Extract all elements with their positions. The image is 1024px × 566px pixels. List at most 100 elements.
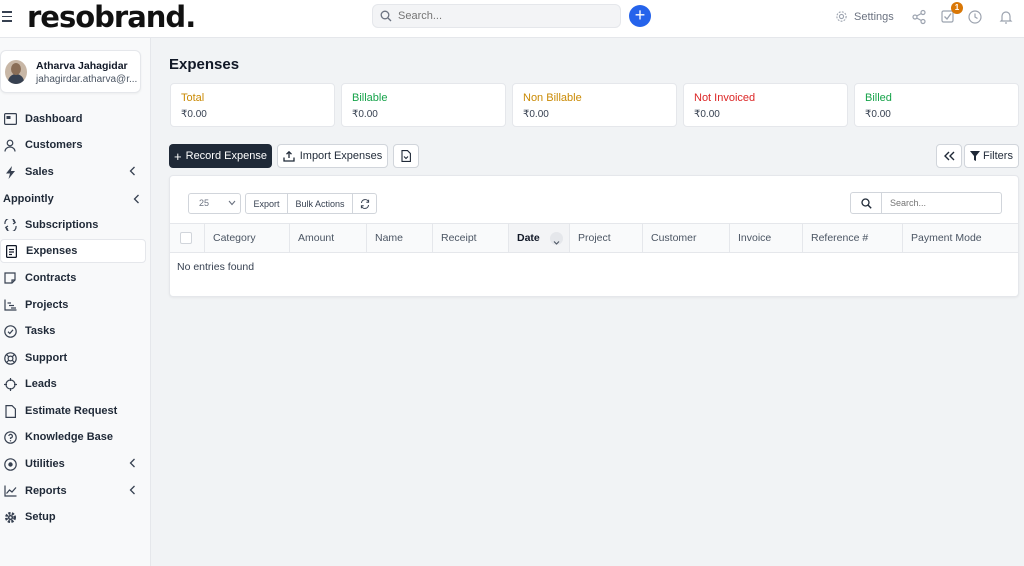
receipt-icon xyxy=(3,243,19,259)
chevron-down-icon xyxy=(228,200,236,206)
sidebar-item-sales[interactable]: Sales xyxy=(0,160,146,184)
sidebar-item-label: Expenses xyxy=(26,245,78,257)
export-button[interactable]: Export xyxy=(246,194,288,213)
sidebar-item-label: Projects xyxy=(25,299,69,311)
export-file-button[interactable] xyxy=(393,144,419,168)
search-icon xyxy=(860,197,872,209)
sidebar-item-customers[interactable]: Customers xyxy=(0,133,146,157)
empty-table-message: No entries found xyxy=(177,261,255,273)
select-all-checkbox[interactable] xyxy=(180,232,192,244)
logo-dot: . xyxy=(185,0,196,34)
tasks-badge: 1 xyxy=(951,2,963,14)
export-label: Export xyxy=(253,198,280,209)
column-header-receipt[interactable]: Receipt xyxy=(433,224,509,252)
cog-icon xyxy=(2,509,18,525)
select-all-cell xyxy=(170,224,205,252)
column-header-invoice[interactable]: Invoice xyxy=(730,224,803,252)
sidebar-item-support[interactable]: Support xyxy=(0,346,146,370)
expenses-table-card: 25 Export Bulk Actions Category Amount N… xyxy=(169,175,1019,297)
page-title: Expenses xyxy=(169,56,240,73)
column-header-project[interactable]: Project xyxy=(570,224,643,252)
sidebar-item-expenses[interactable]: Expenses xyxy=(0,239,146,263)
sidebar-item-utilities[interactable]: Utilities xyxy=(0,452,146,476)
sidebar-item-knowledge-base[interactable]: Knowledge Base xyxy=(0,425,146,449)
sidebar-group-label: Appointly xyxy=(3,193,54,205)
sidebar-item-reports[interactable]: Reports xyxy=(0,479,146,503)
top-header: resobrand. + Settings 1 xyxy=(0,0,1024,38)
column-header-category[interactable]: Category xyxy=(205,224,290,252)
bell-icon[interactable] xyxy=(998,9,1014,25)
table-search-input[interactable] xyxy=(881,192,1002,214)
global-search-input[interactable] xyxy=(398,7,613,25)
sidebar-item-label: Utilities xyxy=(25,458,65,470)
sidebar-item-label: Setup xyxy=(25,511,56,523)
double-chevron-left-icon xyxy=(943,151,954,161)
stat-card-non-billable: Non Billable ₹0.00 xyxy=(512,83,677,127)
global-search[interactable] xyxy=(372,4,621,28)
sidebar-group-appointly[interactable]: Appointly xyxy=(3,193,143,205)
record-expense-button[interactable]: + Record Expense xyxy=(169,144,272,168)
column-header-date[interactable]: Date xyxy=(509,224,570,252)
search-icon xyxy=(380,10,392,22)
brand-logo[interactable]: resobrand. xyxy=(27,0,196,34)
share-icon[interactable] xyxy=(911,9,927,25)
sidebar-item-label: Knowledge Base xyxy=(25,431,114,443)
sidebar-item-setup[interactable]: Setup xyxy=(0,505,146,529)
bulk-actions-label: Bulk Actions xyxy=(295,198,345,209)
column-header-payment-mode[interactable]: Payment Mode xyxy=(903,224,1018,252)
sidebar-item-dashboard[interactable]: Dashboard xyxy=(0,107,146,131)
sidebar-item-leads[interactable]: Leads xyxy=(0,372,146,396)
stat-label: Total xyxy=(181,92,205,104)
sidebar-item-tasks[interactable]: Tasks xyxy=(0,319,146,343)
repeat-icon xyxy=(2,217,18,233)
user-name: Atharva Jahagidar xyxy=(36,60,128,72)
sidebar-item-subscriptions[interactable]: Subscriptions xyxy=(0,213,146,237)
logo-text: resobrand xyxy=(27,0,186,34)
page-length-select[interactable]: 25 xyxy=(188,193,241,214)
sidebar-item-contracts[interactable]: Contracts xyxy=(0,266,146,290)
column-header-customer[interactable]: Customer xyxy=(643,224,730,252)
collapse-panel-button[interactable] xyxy=(936,144,962,168)
table-toolbar: Export Bulk Actions xyxy=(245,193,377,214)
record-expense-label: Record Expense xyxy=(185,150,267,162)
crosshair-icon xyxy=(2,376,18,392)
user-profile-card[interactable]: Atharva Jahagidar jahagirdar.atharva@r..… xyxy=(0,50,141,93)
stat-card-billed: Billed ₹0.00 xyxy=(854,83,1019,127)
sidebar-item-projects[interactable]: Projects xyxy=(0,293,146,317)
avatar xyxy=(5,60,27,84)
settings-link[interactable]: Settings xyxy=(835,10,894,23)
user-icon xyxy=(2,137,18,153)
table-search-button[interactable] xyxy=(850,192,882,214)
sidebar: Atharva Jahagidar jahagirdar.atharva@r..… xyxy=(0,38,151,566)
quick-create-button[interactable]: + xyxy=(629,5,651,27)
file-export-icon xyxy=(401,150,411,162)
sidebar-item-estimate-request[interactable]: Estimate Request xyxy=(0,399,146,423)
dashboard-icon xyxy=(2,111,18,127)
question-icon xyxy=(2,429,18,445)
column-header-name[interactable]: Name xyxy=(367,224,433,252)
import-expenses-button[interactable]: Import Expenses xyxy=(277,144,388,168)
menu-icon[interactable] xyxy=(2,11,12,23)
clock-icon[interactable] xyxy=(967,9,983,25)
reload-button[interactable] xyxy=(353,194,376,213)
stat-value: ₹0.00 xyxy=(694,109,720,120)
stat-card-total: Total ₹0.00 xyxy=(170,83,335,127)
filters-button[interactable]: Filters xyxy=(964,144,1019,168)
bolt-icon xyxy=(2,164,18,180)
column-header-reference[interactable]: Reference # xyxy=(803,224,903,252)
lifebuoy-icon xyxy=(2,350,18,366)
sidebar-item-label: Support xyxy=(25,352,68,364)
sidebar-item-label: Estimate Request xyxy=(25,405,118,417)
column-header-amount[interactable]: Amount xyxy=(290,224,367,252)
sidebar-item-label: Customers xyxy=(25,139,83,151)
column-header-date-label: Date xyxy=(517,232,540,244)
table-header: Category Amount Name Receipt Date Projec… xyxy=(170,223,1018,253)
sidebar-item-label: Dashboard xyxy=(25,113,83,125)
gear-icon xyxy=(836,11,847,22)
sidebar-item-label: Sales xyxy=(25,166,54,178)
sidebar-item-label: Leads xyxy=(25,378,57,390)
line-chart-icon xyxy=(2,483,18,499)
chevron-left-icon xyxy=(129,458,135,468)
sidebar-item-label: Subscriptions xyxy=(25,219,99,231)
bulk-actions-button[interactable]: Bulk Actions xyxy=(288,194,353,213)
